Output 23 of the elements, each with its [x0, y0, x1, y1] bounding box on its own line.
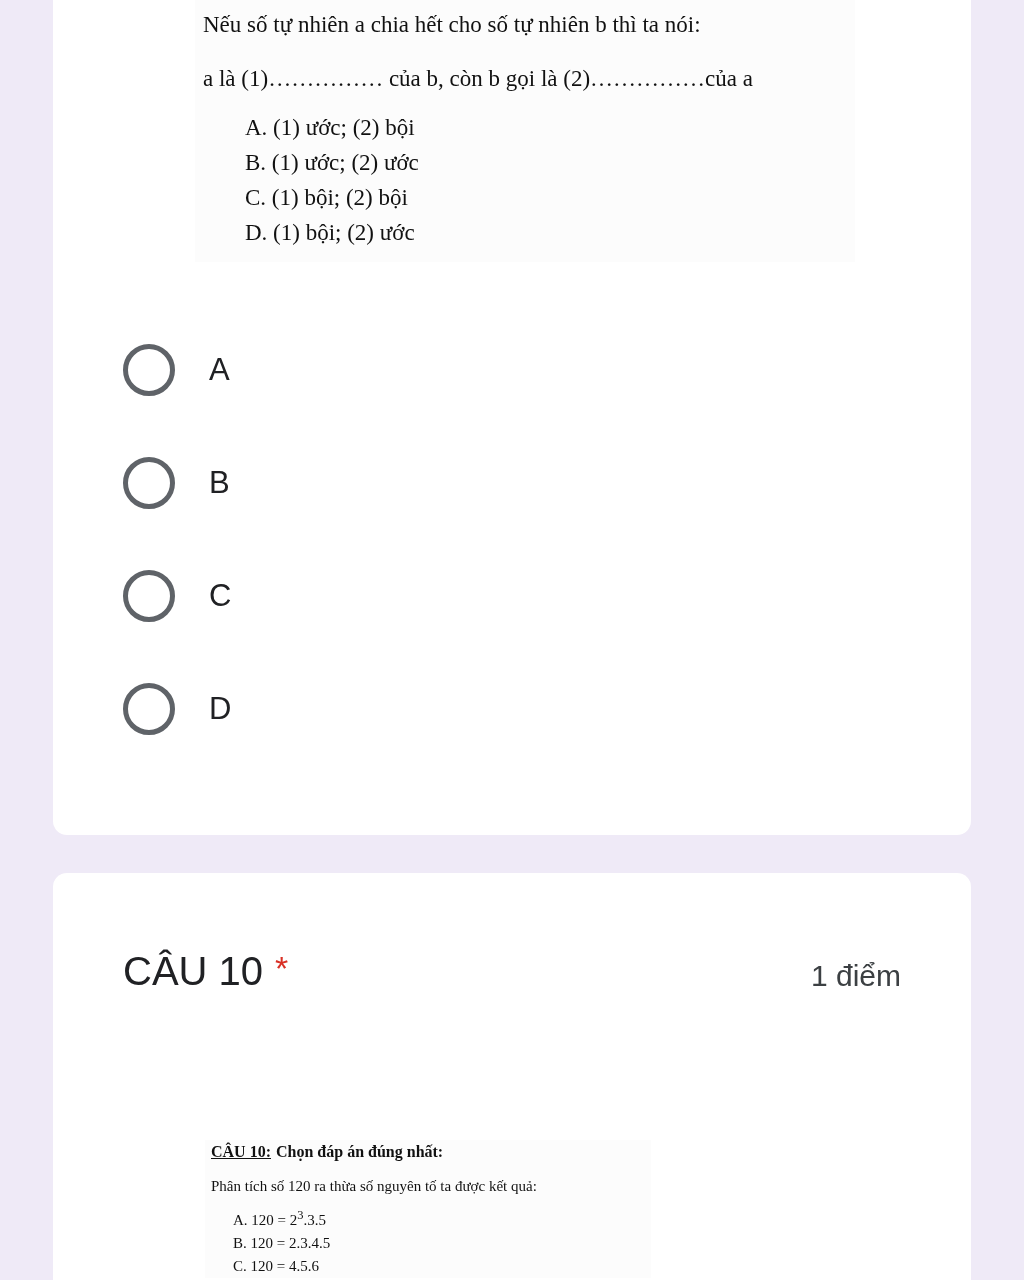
question-text: Phân tích số 120 ra thừa số nguyên tố ta được kết quả:: [211, 1177, 538, 1196]
question-text: Nếu số tự nhiên a chia hết cho số tự nhiên b thì ta nói:: [202, 11, 702, 39]
option-text: A. (1) ước; (2) bội: [244, 114, 416, 142]
points-label: 1 điểm: [810, 958, 901, 993]
radio-button[interactable]: [123, 683, 175, 735]
choice-label[interactable]: A: [209, 352, 230, 388]
option-text: A. 120 = 2$^{3}$.3.5: [232, 1207, 328, 1230]
required-mark: *: [275, 949, 289, 988]
option-text: C. 120 = 4.5.6: [232, 1257, 320, 1276]
radio-button[interactable]: [123, 457, 175, 509]
choice-label[interactable]: C: [209, 578, 232, 614]
question-heading: Chọn đáp án đúng nhất:: [276, 1142, 444, 1163]
option-text: D. (1) bội; (2) ước: [244, 219, 416, 247]
option-text: B. 120 = 2.3.4.5: [232, 1234, 332, 1253]
question-number: CÂU 10:: [211, 1141, 271, 1162]
choice-label[interactable]: B: [209, 465, 230, 501]
choice-label[interactable]: D: [209, 691, 232, 727]
option-text: B. (1) ước; (2) ước: [244, 149, 420, 177]
radio-button[interactable]: [123, 570, 175, 622]
radio-button[interactable]: [123, 344, 175, 396]
option-text: C. (1) bội; (2) bội: [244, 184, 409, 212]
question-title: CÂU 10: [123, 949, 264, 994]
question-text: a là (1)…………… của b, còn b gọi là (2)……………của a: [202, 65, 754, 93]
